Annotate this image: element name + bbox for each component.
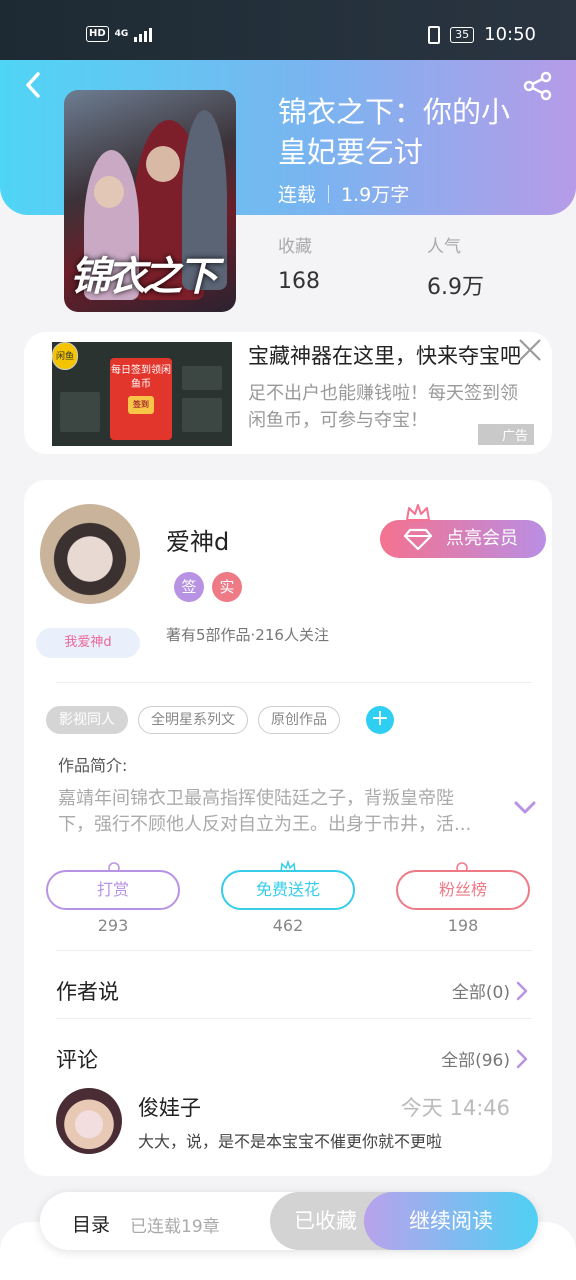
battery-icon: 35 [450, 26, 475, 43]
comment-time: 今天 14:46 [400, 1096, 510, 1120]
favorites-label: 收藏 [278, 237, 312, 257]
close-icon[interactable] [518, 338, 542, 362]
divider [56, 950, 532, 951]
book-meta: 连载 1.9万字 [278, 180, 409, 207]
author-stats: 著有5部作品·216人关注 [166, 626, 329, 644]
favorites-stat: 收藏 168 [278, 232, 320, 294]
comments-link-label: 全部(96) [441, 1051, 510, 1071]
flower-count: 462 [272, 916, 304, 935]
comments-link[interactable]: 全部(96) [441, 1046, 528, 1071]
ad-title: 宝藏神器在这里，快来夺宝吧 [248, 344, 521, 368]
fan-ranking-button[interactable]: 粉丝榜 [396, 870, 530, 910]
ad-badge: 广告 [477, 424, 534, 445]
book-status: 连载 [278, 184, 317, 206]
cover-title-art: 锦衣之下 [70, 253, 218, 300]
verified-badge: 实 [212, 572, 242, 602]
ad-image-card-title: 每日签到领闲鱼币 [111, 365, 171, 390]
tag-row: 影视同人 全明星系列文 原创作品 + [46, 706, 394, 734]
intro-text: 嘉靖年间锦衣卫最高指挥使陆廷之子，背叛皇帝陛下，强行不顾他人反对自立为王。出身于… [58, 788, 472, 835]
tag-item[interactable]: 影视同人 [46, 706, 128, 734]
comments-title: 评论 [56, 1048, 98, 1072]
ad-image-card: 每日签到领闲鱼币 签到 [110, 358, 172, 440]
book-title: 锦衣之下：你的小皇妃要乞讨 [278, 95, 511, 169]
vibrate-icon [428, 25, 441, 44]
ad-image-card-button: 签到 [128, 396, 154, 414]
author-says-link[interactable]: 全部(0) [452, 978, 528, 1003]
divider [56, 682, 532, 683]
send-flower-button[interactable]: 免费送花 [221, 870, 355, 910]
popularity-stat: 人气 6.9万 [427, 232, 484, 301]
diamond-icon [404, 528, 432, 550]
share-icon[interactable] [522, 70, 554, 102]
favorites-value: 168 [278, 269, 320, 294]
continue-reading-button[interactable]: 继续阅读 [364, 1192, 538, 1250]
network-type: 4G [114, 29, 129, 39]
book-cover[interactable]: 锦衣之下 [64, 90, 236, 312]
commenter-name: 俊娃子 [138, 1096, 201, 1120]
reward-count: 293 [97, 916, 129, 935]
commenter-avatar[interactable] [56, 1088, 122, 1154]
toc-button[interactable]: 目录 [72, 1210, 110, 1237]
meta-divider [328, 184, 330, 203]
clock: 10:50 [484, 24, 536, 45]
reward-button[interactable]: 打赏 [46, 870, 180, 910]
chevron-right-icon [516, 981, 528, 1000]
tag-item[interactable]: 全明星系列文 [138, 706, 248, 734]
chevron-right-icon [516, 1049, 528, 1068]
intro-label: 作品简介: [58, 756, 128, 775]
signed-badge: 签 [174, 572, 204, 602]
author-name[interactable]: 爱神d [166, 522, 229, 557]
fans-count: 198 [447, 916, 479, 935]
author-says-title: 作者说 [56, 980, 119, 1004]
crown-icon [406, 504, 430, 521]
back-arrow-icon[interactable] [22, 70, 46, 100]
popularity-value: 6.9万 [427, 275, 484, 300]
tag-item[interactable]: 原创作品 [258, 706, 340, 734]
add-tag-button[interactable]: + [366, 706, 394, 734]
chapter-count: 已连载19章 [130, 1217, 220, 1237]
status-bar: HD 4G 35 10:50 [0, 0, 576, 60]
comment-text: 大大，说，是不是本宝宝不催更你就不更啦 [138, 1132, 443, 1151]
word-count: 1.9万字 [341, 184, 410, 206]
ad-banner[interactable]: 闲鱼 每日签到领闲鱼币 签到 宝藏神器在这里，快来夺宝吧 足不出户也能赚钱啦！每… [24, 332, 552, 454]
signal-icon [134, 26, 153, 42]
hd-indicator: HD [86, 26, 109, 42]
ad-image-tag: 闲鱼 [52, 342, 79, 370]
author-tag: 我爱神d [36, 628, 140, 658]
author-says-link-label: 全部(0) [451, 983, 510, 1003]
ad-image[interactable]: 闲鱼 每日签到领闲鱼币 签到 [52, 342, 232, 446]
popularity-label: 人气 [427, 237, 461, 257]
chevron-down-icon[interactable] [512, 798, 538, 818]
divider [56, 1018, 532, 1019]
author-avatar[interactable] [40, 504, 140, 604]
